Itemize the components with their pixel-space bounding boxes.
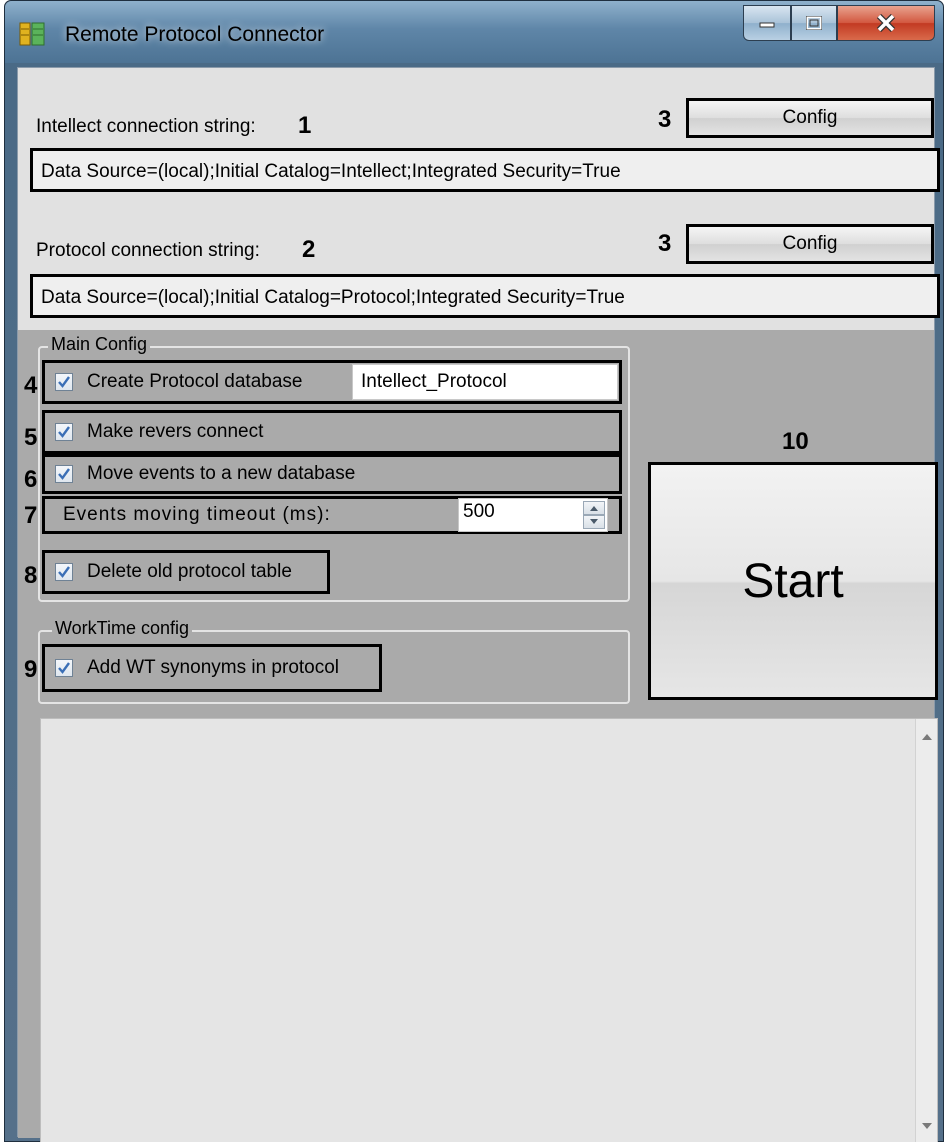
scroll-down-button[interactable]	[920, 1119, 934, 1133]
create-protocol-db-checkbox[interactable]	[55, 373, 73, 391]
client-area: Intellect connection string: 1 3 Config …	[17, 67, 940, 1142]
scroll-up-button[interactable]	[920, 729, 934, 743]
delete-old-table-row: Delete old protocol table	[42, 550, 330, 594]
minimize-button[interactable]	[743, 5, 791, 41]
add-wt-synonyms-checkbox[interactable]	[55, 659, 73, 677]
timeout-label: Events moving timeout (ms):	[63, 504, 331, 525]
spin-down-button[interactable]	[583, 515, 605, 529]
add-wt-synonyms-label: Add WT synonyms in protocol	[87, 657, 340, 678]
delete-old-table-label: Delete old protocol table	[87, 561, 292, 582]
protocol-db-name-input[interactable]: Intellect_Protocol	[352, 364, 618, 400]
intellect-connection-field[interactable]: Data Source=(local);Initial Catalog=Inte…	[30, 148, 940, 192]
timeout-spinner[interactable]: 500	[458, 498, 608, 532]
create-protocol-db-label: Create Protocol database	[87, 371, 303, 392]
intellect-connection-label: Intellect connection string:	[36, 116, 256, 137]
log-scrollbar[interactable]	[915, 719, 937, 1142]
callout-5: 5	[24, 424, 38, 451]
reverse-connect-label: Make revers connect	[87, 421, 264, 442]
app-icon	[19, 21, 45, 47]
maximize-button[interactable]	[791, 5, 837, 41]
arrow-up-icon	[590, 506, 598, 511]
reverse-connect-row: Make revers connect	[42, 410, 622, 454]
move-events-checkbox[interactable]	[55, 465, 73, 483]
reverse-connect-checkbox[interactable]	[55, 423, 73, 441]
minimize-icon	[759, 22, 775, 28]
arrow-down-icon	[922, 1122, 932, 1129]
callout-3-intellect: 3	[658, 106, 672, 133]
checkmark-icon	[58, 376, 70, 388]
callout-2: 2	[302, 236, 316, 263]
close-icon	[876, 14, 896, 32]
callout-8: 8	[24, 562, 38, 589]
move-events-row: Move events to a new database	[42, 454, 622, 494]
delete-old-table-checkbox[interactable]	[55, 563, 73, 581]
callout-6: 6	[24, 466, 38, 493]
intellect-config-label: Config	[782, 107, 838, 128]
arrow-down-icon	[590, 519, 598, 524]
close-button[interactable]	[837, 5, 935, 41]
title-bar[interactable]: Remote Protocol Connector	[5, 1, 943, 63]
callout-10: 10	[782, 428, 809, 455]
protocol-connection-label: Protocol connection string:	[36, 240, 260, 261]
callout-3-protocol: 3	[658, 230, 672, 257]
protocol-config-button[interactable]: Config	[686, 224, 934, 264]
checkmark-icon	[58, 426, 70, 438]
checkmark-icon	[58, 662, 70, 674]
checkmark-icon	[58, 566, 70, 578]
timeout-value[interactable]: 500	[463, 501, 495, 523]
protocol-connection-field[interactable]: Data Source=(local);Initial Catalog=Prot…	[30, 274, 940, 318]
callout-7: 7	[24, 502, 38, 529]
arrow-up-icon	[922, 733, 932, 740]
start-label: Start	[742, 554, 844, 608]
callout-9: 9	[24, 656, 38, 683]
main-config-title: Main Config	[48, 334, 151, 355]
move-events-label: Move events to a new database	[87, 463, 356, 484]
intellect-config-button[interactable]: Config	[686, 98, 934, 138]
callout-1: 1	[298, 112, 312, 139]
app-window: Remote Protocol Connector Intellect conn…	[4, 0, 944, 1142]
log-output[interactable]	[40, 718, 938, 1142]
protocol-config-label: Config	[782, 233, 838, 254]
checkmark-icon	[58, 468, 70, 480]
add-wt-synonyms-row: Add WT synonyms in protocol	[42, 644, 382, 692]
maximize-icon	[806, 16, 822, 30]
spin-up-button[interactable]	[583, 501, 605, 515]
start-button[interactable]: Start	[648, 462, 938, 700]
spinner-buttons	[583, 501, 605, 529]
window-title: Remote Protocol Connector	[65, 23, 325, 46]
callout-4: 4	[24, 372, 38, 399]
worktime-config-title: WorkTime config	[52, 618, 193, 639]
